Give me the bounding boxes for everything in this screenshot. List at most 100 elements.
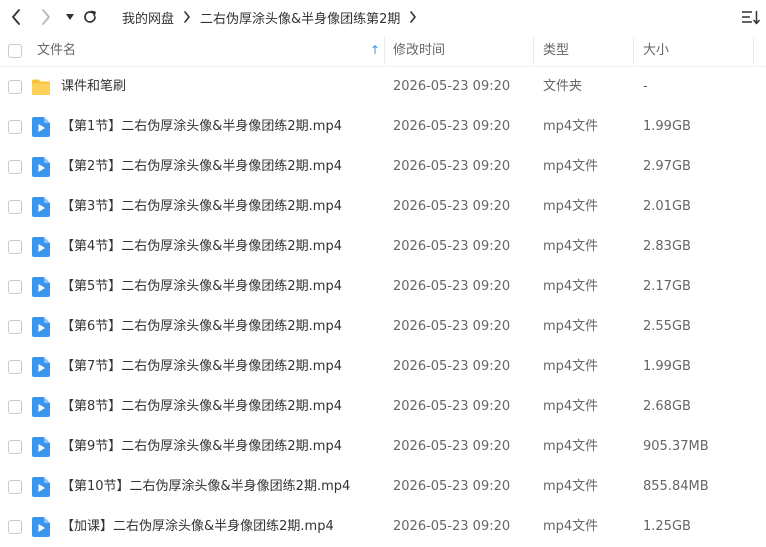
file-modified: 2026-05-23 09:20 <box>393 479 511 494</box>
file-row[interactable]: 【第2节】二右伪厚涂头像&半身像团练2期.mp4 2026-05-23 09:2… <box>0 147 766 187</box>
row-checkbox[interactable] <box>8 440 22 454</box>
video-file-icon <box>32 357 50 377</box>
row-checkbox[interactable] <box>8 160 22 174</box>
file-size: 905.37MB <box>643 439 709 454</box>
video-file-icon <box>32 397 50 417</box>
video-file-icon <box>32 117 50 137</box>
file-type: mp4文件 <box>543 159 599 174</box>
file-row[interactable]: 【第6节】二右伪厚涂头像&半身像团练2期.mp4 2026-05-23 09:2… <box>0 307 766 347</box>
video-file-icon <box>32 477 50 497</box>
sort-list-icon <box>742 11 761 25</box>
column-size-header[interactable]: 大小 <box>643 34 669 67</box>
file-name[interactable]: 【第3节】二右伪厚涂头像&半身像团练2期.mp4 <box>61 187 342 227</box>
select-all-checkbox[interactable] <box>8 44 22 58</box>
file-modified: 2026-05-23 09:20 <box>393 119 511 134</box>
row-checkbox[interactable] <box>8 120 22 134</box>
file-modified: 2026-05-23 09:20 <box>393 159 511 174</box>
file-row[interactable]: 【第5节】二右伪厚涂头像&半身像团练2期.mp4 2026-05-23 09:2… <box>0 267 766 307</box>
row-checkbox[interactable] <box>8 80 22 94</box>
file-modified: 2026-05-23 09:20 <box>393 279 511 294</box>
row-checkbox[interactable] <box>8 240 22 254</box>
file-type: mp4文件 <box>543 359 599 374</box>
back-button[interactable] <box>6 7 26 27</box>
breadcrumb-item-root[interactable]: 我的网盘 <box>122 8 174 27</box>
file-name[interactable]: 【第5节】二右伪厚涂头像&半身像团练2期.mp4 <box>61 267 342 307</box>
breadcrumb-separator-icon <box>183 11 191 23</box>
file-row[interactable]: 【第10节】二右伪厚涂头像&半身像团练2期.mp4 2026-05-23 09:… <box>0 467 766 507</box>
toolbar: 我的网盘 二右伪厚涂头像&半身像团练第2期 <box>0 0 766 34</box>
file-name[interactable]: 【第6节】二右伪厚涂头像&半身像团练2期.mp4 <box>61 307 342 347</box>
column-name-header[interactable]: 文件名 <box>37 34 76 67</box>
refresh-button[interactable] <box>80 7 100 27</box>
sort-ascending-icon[interactable]: ↑ <box>370 34 380 67</box>
file-type: mp4文件 <box>543 399 599 414</box>
file-type: 文件夹 <box>543 79 583 94</box>
history-dropdown-button[interactable] <box>60 7 80 27</box>
file-modified: 2026-05-23 09:20 <box>393 399 511 414</box>
file-size: 2.68GB <box>643 399 691 414</box>
file-type: mp4文件 <box>543 519 599 534</box>
file-size: 2.55GB <box>643 319 691 334</box>
file-row[interactable]: 【第1节】二右伪厚涂头像&半身像团练2期.mp4 2026-05-23 09:2… <box>0 107 766 147</box>
video-file-icon <box>32 157 50 177</box>
caret-down-icon <box>66 14 74 20</box>
row-checkbox[interactable] <box>8 480 22 494</box>
file-type: mp4文件 <box>543 319 599 334</box>
file-name[interactable]: 【第4节】二右伪厚涂头像&半身像团练2期.mp4 <box>61 227 342 267</box>
forward-button[interactable] <box>36 7 56 27</box>
file-name[interactable]: 【第7节】二右伪厚涂头像&半身像团练2期.mp4 <box>61 347 342 387</box>
video-file-icon <box>32 317 50 337</box>
breadcrumb: 我的网盘 二右伪厚涂头像&半身像团练第2期 <box>122 8 426 27</box>
chevron-left-icon <box>12 9 20 25</box>
file-row[interactable]: 【第8节】二右伪厚涂头像&半身像团练2期.mp4 2026-05-23 09:2… <box>0 387 766 427</box>
row-checkbox[interactable] <box>8 200 22 214</box>
file-row[interactable]: 【第4节】二右伪厚涂头像&半身像团练2期.mp4 2026-05-23 09:2… <box>0 227 766 267</box>
sort-button[interactable] <box>741 8 761 26</box>
file-row[interactable]: 【第7节】二右伪厚涂头像&半身像团练2期.mp4 2026-05-23 09:2… <box>0 347 766 387</box>
column-divider[interactable] <box>633 37 634 65</box>
column-divider[interactable] <box>384 37 385 65</box>
row-checkbox[interactable] <box>8 280 22 294</box>
file-name[interactable]: 课件和笔刷 <box>61 67 126 107</box>
file-name[interactable]: 【第8节】二右伪厚涂头像&半身像团练2期.mp4 <box>61 387 342 427</box>
column-modified-header[interactable]: 修改时间 <box>393 34 445 67</box>
file-name[interactable]: 【第2节】二右伪厚涂头像&半身像团练2期.mp4 <box>61 147 342 187</box>
row-checkbox[interactable] <box>8 360 22 374</box>
file-size: 1.99GB <box>643 119 691 134</box>
file-name[interactable]: 【第1节】二右伪厚涂头像&半身像团练2期.mp4 <box>61 107 342 147</box>
file-size: 2.01GB <box>643 199 691 214</box>
file-modified: 2026-05-23 09:20 <box>393 239 511 254</box>
breadcrumb-item-current[interactable]: 二右伪厚涂头像&半身像团练第2期 <box>200 8 400 27</box>
file-size: 2.83GB <box>643 239 691 254</box>
video-file-icon <box>32 197 50 217</box>
file-type: mp4文件 <box>543 479 599 494</box>
file-modified: 2026-05-23 09:20 <box>393 199 511 214</box>
column-type-header[interactable]: 类型 <box>543 34 569 67</box>
file-size: 1.25GB <box>643 519 691 534</box>
file-row[interactable]: 【第9节】二右伪厚涂头像&半身像团练2期.mp4 2026-05-23 09:2… <box>0 427 766 467</box>
file-modified: 2026-05-23 09:20 <box>393 439 511 454</box>
file-type: mp4文件 <box>543 439 599 454</box>
breadcrumb-expand-icon[interactable] <box>409 11 417 23</box>
file-modified: 2026-05-23 09:20 <box>393 519 511 534</box>
file-row[interactable]: 【加课】二右伪厚涂头像&半身像团练2期.mp4 2026-05-23 09:20… <box>0 507 766 547</box>
row-checkbox[interactable] <box>8 320 22 334</box>
file-name[interactable]: 【第9节】二右伪厚涂头像&半身像团练2期.mp4 <box>61 427 342 467</box>
file-modified: 2026-05-23 09:20 <box>393 359 511 374</box>
column-header: 文件名 ↑ 修改时间 类型 大小 <box>0 34 766 67</box>
file-row[interactable]: 课件和笔刷 2026-05-23 09:20 文件夹 - <box>0 67 766 107</box>
video-file-icon <box>32 517 50 537</box>
file-size: 2.17GB <box>643 279 691 294</box>
file-modified: 2026-05-23 09:20 <box>393 319 511 334</box>
video-file-icon <box>32 277 50 297</box>
row-checkbox[interactable] <box>8 400 22 414</box>
file-name[interactable]: 【第10节】二右伪厚涂头像&半身像团练2期.mp4 <box>61 467 350 507</box>
row-checkbox[interactable] <box>8 520 22 534</box>
file-row[interactable]: 【第3节】二右伪厚涂头像&半身像团练2期.mp4 2026-05-23 09:2… <box>0 187 766 227</box>
refresh-icon <box>84 10 96 23</box>
column-divider[interactable] <box>753 37 754 65</box>
file-name[interactable]: 【加课】二右伪厚涂头像&半身像团练2期.mp4 <box>61 507 334 547</box>
file-size: 855.84MB <box>643 479 709 494</box>
column-divider[interactable] <box>533 37 534 65</box>
video-file-icon <box>32 237 50 257</box>
